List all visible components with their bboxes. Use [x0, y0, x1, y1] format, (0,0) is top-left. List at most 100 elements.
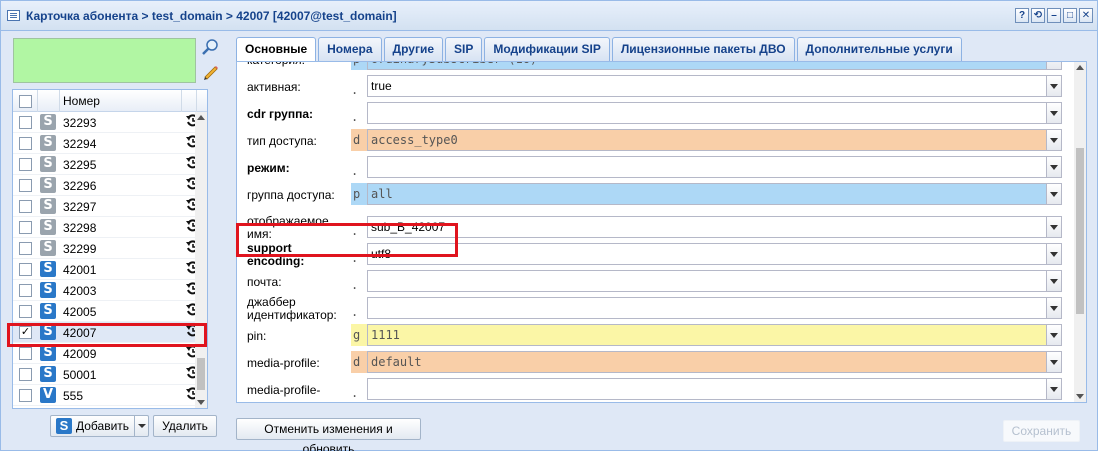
chevron-down-icon[interactable] — [1046, 270, 1062, 292]
property-value-input[interactable] — [367, 156, 1062, 178]
row-number: 42001 — [63, 263, 97, 277]
property-row: почта:. — [237, 269, 1077, 296]
scroll-down-icon[interactable] — [197, 400, 205, 405]
property-value-input[interactable] — [367, 297, 1062, 319]
property-value-input[interactable] — [367, 378, 1062, 400]
row-checkbox[interactable] — [19, 137, 32, 150]
help-icon[interactable]: ? — [1015, 8, 1029, 23]
maximize-icon[interactable]: □ — [1063, 8, 1077, 23]
chevron-down-icon[interactable] — [1046, 75, 1062, 97]
row-checkbox[interactable] — [19, 263, 32, 276]
row-checkbox[interactable] — [19, 389, 32, 402]
row-number: 555 — [63, 389, 84, 403]
tab-additional-services[interactable]: Дополнительные услуги — [796, 37, 962, 61]
tab-bar: Основные Номера Другие SIP Модификации S… — [236, 37, 962, 62]
tab-sip-modifications[interactable]: Модификации SIP — [484, 37, 610, 61]
table-row[interactable]: S 32298 — [13, 217, 207, 238]
chevron-down-icon[interactable] — [1046, 183, 1062, 205]
property-value-input[interactable]: utf8 — [367, 243, 1062, 265]
row-number: 32294 — [63, 137, 97, 151]
chevron-down-icon[interactable] — [1046, 351, 1062, 373]
chevron-down-icon — [138, 424, 146, 428]
column-number-header[interactable]: Номер — [63, 94, 100, 108]
table-row[interactable]: S 42005 — [13, 301, 207, 322]
table-row[interactable]: S 32294 — [13, 133, 207, 154]
minimize-icon[interactable]: – — [1047, 8, 1061, 23]
chevron-down-icon[interactable] — [1046, 243, 1062, 265]
row-checkbox[interactable] — [19, 158, 32, 171]
table-row[interactable]: S 32293 — [13, 112, 207, 133]
chevron-down-icon[interactable] — [1046, 129, 1062, 151]
row-checkbox[interactable] — [19, 221, 32, 234]
property-flag: . — [351, 110, 359, 124]
chevron-down-icon[interactable] — [1046, 216, 1062, 238]
filter-area[interactable] — [13, 38, 196, 83]
tab-other[interactable]: Другие — [383, 37, 443, 61]
row-number: 50001 — [63, 368, 97, 382]
property-value-input[interactable]: default — [367, 351, 1062, 373]
property-value-input[interactable] — [367, 270, 1062, 292]
save-button[interactable]: Сохранить — [1003, 420, 1080, 442]
property-value-input[interactable]: all — [367, 183, 1062, 205]
delete-button[interactable]: Удалить — [153, 415, 217, 437]
row-checkbox[interactable] — [19, 284, 32, 297]
property-value-input[interactable]: true — [367, 75, 1062, 97]
panel-scrollbar[interactable] — [1074, 62, 1086, 402]
property-row: тип доступа: d access_type0 — [237, 128, 1077, 155]
chevron-down-icon[interactable] — [1046, 102, 1062, 124]
panel-scroll-thumb[interactable] — [1076, 148, 1084, 314]
chevron-down-icon[interactable] — [1046, 297, 1062, 319]
chevron-down-icon[interactable] — [1046, 156, 1062, 178]
chevron-down-icon[interactable] — [1046, 62, 1062, 70]
table-row[interactable]: S 32295 — [13, 154, 207, 175]
row-checkbox[interactable] — [19, 242, 32, 255]
property-flag: . — [351, 386, 359, 400]
tab-license-packages[interactable]: Лицензионные пакеты ДВО — [611, 37, 795, 61]
table-row[interactable]: V 555 — [13, 385, 207, 406]
grid-scrollbar[interactable] — [195, 112, 207, 408]
tab-main[interactable]: Основные — [236, 37, 317, 62]
row-checkbox[interactable] — [19, 200, 32, 213]
table-row[interactable]: S 42003 — [13, 280, 207, 301]
search-icon[interactable] — [201, 38, 220, 57]
property-flag: . — [351, 164, 359, 178]
table-row[interactable]: S 32299 — [13, 238, 207, 259]
property-value-input[interactable] — [367, 102, 1062, 124]
tab-sip[interactable]: SIP — [445, 37, 483, 61]
property-flag: g — [351, 324, 367, 346]
property-label: джаббер идентификатор: — [247, 295, 337, 322]
property-value-input[interactable]: sub_B_42007 — [367, 216, 1062, 238]
row-checkbox[interactable] — [19, 305, 32, 318]
select-all-checkbox[interactable] — [19, 95, 32, 108]
scroll-up-icon[interactable] — [197, 115, 205, 120]
table-row[interactable]: S 32297 — [13, 196, 207, 217]
title-bar[interactable]: Карточка абонента > test_domain > 42007 … — [1, 1, 1097, 31]
reset-refresh-button[interactable]: Отменить изменения и обновить — [236, 418, 421, 451]
tab-numbers[interactable]: Номера — [318, 37, 382, 61]
row-checkbox[interactable] — [19, 347, 32, 360]
close-icon[interactable]: ✕ — [1079, 8, 1093, 23]
pencil-icon[interactable] — [201, 62, 220, 81]
panel-scroll-up-icon[interactable] — [1076, 65, 1084, 70]
chevron-down-icon[interactable] — [1046, 324, 1062, 346]
add-menu-arrow[interactable] — [134, 416, 148, 436]
table-row[interactable]: S 32296 — [13, 175, 207, 196]
panel-scroll-down-icon[interactable] — [1076, 394, 1084, 399]
row-number: 32297 — [63, 200, 97, 214]
property-value-input[interactable]: access_type0 — [367, 129, 1062, 151]
chevron-down-icon[interactable] — [1046, 378, 1062, 400]
grid-header: Номер — [13, 90, 207, 112]
scroll-thumb[interactable] — [197, 358, 205, 390]
property-flag: p — [351, 62, 367, 70]
table-row[interactable]: S 42001 — [13, 259, 207, 280]
property-row: активная:. true — [237, 74, 1077, 101]
row-checkbox[interactable] — [19, 368, 32, 381]
refresh-icon[interactable]: ⟲ — [1031, 8, 1045, 23]
add-button[interactable]: S Добавить — [50, 415, 149, 437]
property-value-input[interactable]: ordinarySubscriber (16) — [367, 62, 1062, 70]
table-row[interactable]: S 50001 — [13, 364, 207, 385]
row-checkbox[interactable] — [19, 179, 32, 192]
row-checkbox[interactable] — [19, 116, 32, 129]
property-flag: . — [351, 83, 359, 97]
property-value-input[interactable]: 1111 — [367, 324, 1062, 346]
